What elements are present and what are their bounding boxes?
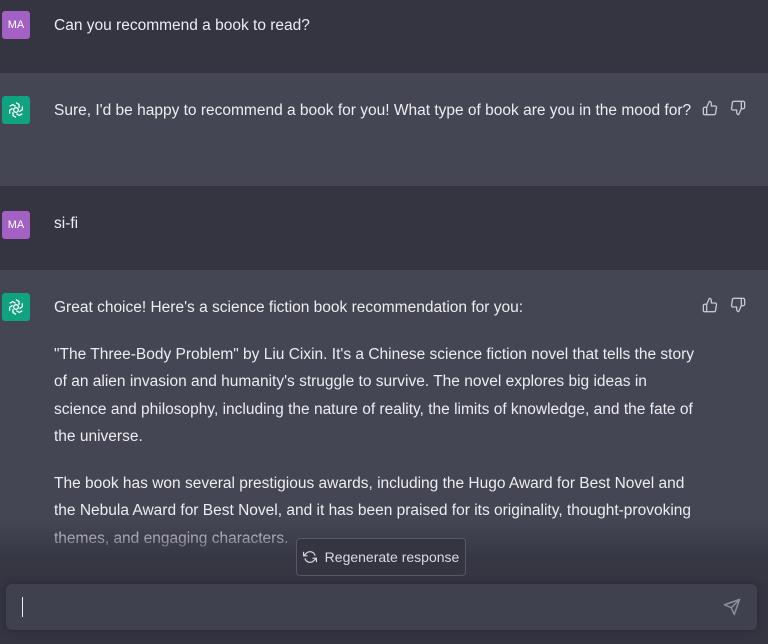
openai-logo-icon: [2, 293, 30, 321]
text-caret: [22, 597, 23, 617]
user-avatar: MA: [2, 11, 30, 39]
message-input[interactable]: [6, 584, 757, 630]
refresh-icon: [302, 550, 317, 564]
message-row-user: MA Can you recommend a book to read?: [0, 0, 768, 73]
send-icon[interactable]: [723, 598, 741, 616]
thumbs-down-icon[interactable]: [730, 100, 746, 116]
message-paragraph: Great choice! Here's a science fiction b…: [54, 299, 524, 316]
message-paragraph: Can you recommend a book to read?: [54, 17, 310, 34]
feedback-buttons: [702, 297, 746, 313]
regenerate-response-button[interactable]: Regenerate response: [296, 538, 466, 576]
message-paragraph: si-fi: [54, 215, 79, 232]
feedback-buttons: [702, 100, 746, 116]
message-paragraph: "The Three-Body Problem" by Liu Cixin. I…: [54, 345, 695, 446]
user-avatar: MA: [2, 211, 30, 239]
thumbs-up-icon[interactable]: [702, 297, 718, 313]
message-row-user: MA si-fi: [0, 186, 768, 270]
message-text: Can you recommend a book to read?: [54, 12, 699, 59]
thumbs-up-icon[interactable]: [702, 100, 718, 116]
message-text: si-fi: [54, 210, 699, 257]
message-row-assistant: Sure, I'd be happy to recommend a book f…: [0, 73, 768, 186]
regenerate-label: Regenerate response: [324, 549, 460, 565]
message-paragraph: Sure, I'd be happy to recommend a book f…: [54, 102, 692, 119]
message-text: Sure, I'd be happy to recommend a book f…: [54, 97, 699, 144]
thumbs-down-icon[interactable]: [730, 297, 746, 313]
openai-logo-icon: [2, 96, 30, 124]
